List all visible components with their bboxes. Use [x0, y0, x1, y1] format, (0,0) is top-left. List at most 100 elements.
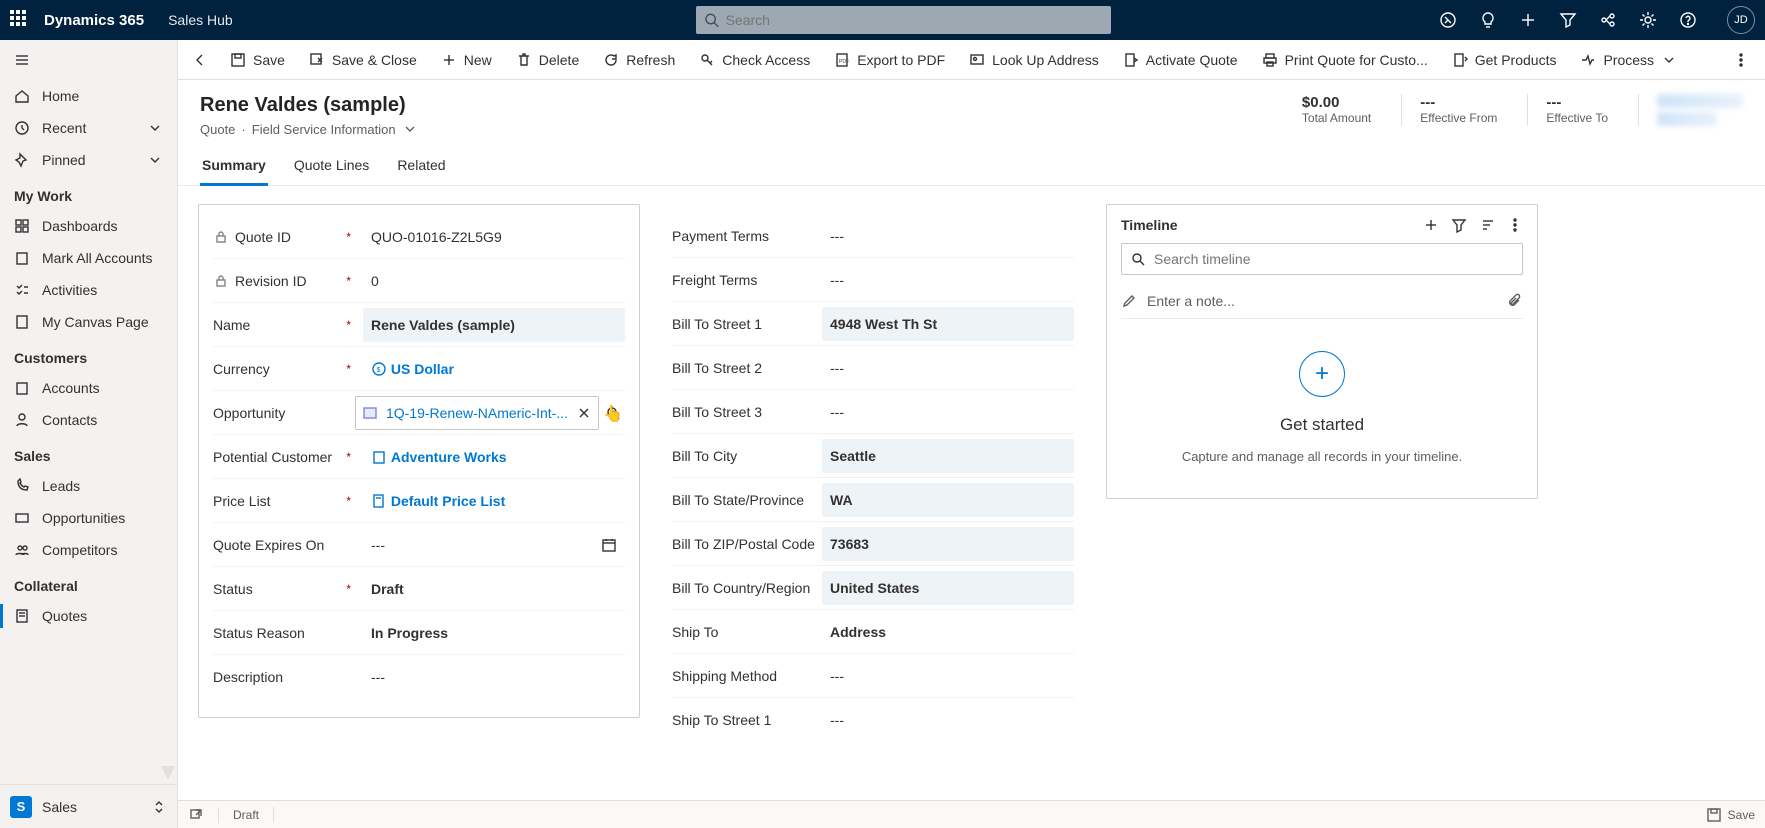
settings-icon[interactable]	[1639, 11, 1657, 29]
name-field[interactable]: Rene Valdes (sample)	[363, 308, 625, 342]
city-field[interactable]: Seattle	[822, 439, 1074, 473]
attach-icon[interactable]	[1507, 293, 1523, 309]
street3-field[interactable]: ---	[822, 395, 1074, 429]
timeline-search[interactable]	[1121, 243, 1523, 275]
group-mywork: My Work	[0, 176, 177, 210]
shipto-field[interactable]: Address	[822, 615, 1074, 649]
edit-icon	[1121, 293, 1137, 309]
global-search-input[interactable]	[726, 12, 1104, 28]
tab-quote-lines[interactable]: Quote Lines	[292, 147, 372, 185]
area-switcher[interactable]: S Sales	[0, 784, 177, 828]
street1-label: Bill To Street 1	[672, 316, 762, 332]
tab-summary[interactable]: Summary	[200, 147, 268, 185]
nav-label: Accounts	[42, 380, 100, 396]
activate-quote-button[interactable]: Activate Quote	[1113, 44, 1248, 76]
save-button[interactable]: Save	[220, 44, 295, 76]
expires-field[interactable]: ---	[363, 528, 625, 562]
nav-activities[interactable]: Activities	[0, 274, 177, 306]
tab-related[interactable]: Related	[395, 147, 447, 185]
assistant-icon[interactable]	[1439, 11, 1457, 29]
form-selector[interactable]: Field Service Information	[252, 122, 396, 137]
lookup-address-button[interactable]: Look Up Address	[959, 44, 1109, 76]
shipstreet1-field[interactable]: ---	[822, 703, 1074, 737]
lightbulb-icon[interactable]	[1479, 11, 1497, 29]
nav-recent[interactable]: Recent	[0, 112, 177, 144]
nav-home[interactable]: Home	[0, 80, 177, 112]
nav-pinned[interactable]: Pinned	[0, 144, 177, 176]
refresh-button[interactable]: Refresh	[593, 44, 685, 76]
timeline-add-button[interactable]: +	[1299, 351, 1345, 397]
popout-icon[interactable]	[188, 807, 204, 823]
payment-field[interactable]: ---	[822, 219, 1074, 253]
nav-accounts[interactable]: Accounts	[0, 372, 177, 404]
delete-button[interactable]: Delete	[506, 44, 589, 76]
country-label: Bill To Country/Region	[672, 580, 810, 596]
nav-leads[interactable]: Leads	[0, 470, 177, 502]
process-button[interactable]: Process	[1570, 44, 1687, 76]
check-access-button[interactable]: Check Access	[689, 44, 820, 76]
customer-field[interactable]: Adventure Works	[363, 440, 625, 474]
save-icon[interactable]	[1706, 807, 1722, 823]
chevron-down-icon[interactable]	[402, 121, 418, 137]
opportunity-label: Opportunity	[213, 405, 285, 421]
zip-field[interactable]: 73683	[822, 527, 1074, 561]
lock-icon	[213, 273, 229, 289]
timeline-note-input[interactable]: Enter a note...	[1121, 283, 1523, 319]
nav-mark-accounts[interactable]: Mark All Accounts	[0, 242, 177, 274]
currency-field[interactable]: $ US Dollar	[363, 352, 625, 386]
add-icon[interactable]	[1423, 217, 1439, 233]
relationship-icon[interactable]	[1599, 11, 1617, 29]
global-search[interactable]	[696, 6, 1111, 34]
description-field[interactable]: ---	[363, 660, 625, 694]
add-icon[interactable]	[1519, 11, 1537, 29]
new-button[interactable]: New	[431, 44, 502, 76]
user-avatar[interactable]: JD	[1727, 6, 1755, 34]
filter-icon[interactable]	[1451, 217, 1467, 233]
nav-opportunities[interactable]: Opportunities	[0, 502, 177, 534]
country-field[interactable]: United States	[822, 571, 1074, 605]
trash-icon	[516, 52, 532, 68]
app-launcher-icon[interactable]	[10, 10, 30, 30]
revision-value: 0	[363, 264, 625, 298]
nav-competitors[interactable]: Competitors	[0, 534, 177, 566]
back-button[interactable]	[184, 44, 216, 76]
timeline-search-input[interactable]	[1154, 251, 1514, 267]
page-icon	[14, 314, 30, 330]
more-vertical-icon[interactable]	[1507, 217, 1523, 233]
app-name[interactable]: Sales Hub	[168, 12, 233, 28]
footer-save-label[interactable]: Save	[1728, 808, 1755, 822]
nav-quotes[interactable]: Quotes	[0, 600, 177, 632]
opportunity-field[interactable]: 1Q-19-Renew-NAmeric-Int-... 👆	[355, 396, 625, 430]
total-amount-label: Total Amount	[1302, 111, 1371, 125]
shipmethod-field[interactable]: ---	[822, 659, 1074, 693]
clear-icon[interactable]	[576, 405, 592, 421]
refresh-icon	[603, 52, 619, 68]
freight-field[interactable]: ---	[822, 263, 1074, 297]
filter-icon[interactable]	[1559, 11, 1577, 29]
shipstreet1-label: Ship To Street 1	[672, 712, 771, 728]
save-close-button[interactable]: Save & Close	[299, 44, 427, 76]
street1-field[interactable]: 4948 West Th St	[822, 307, 1074, 341]
street2-field[interactable]: ---	[822, 351, 1074, 385]
timeline-title: Timeline	[1121, 217, 1178, 233]
pricelist-field[interactable]: Default Price List	[363, 484, 625, 518]
print-quote-button[interactable]: Print Quote for Custo...	[1252, 44, 1438, 76]
flow-icon	[1580, 52, 1596, 68]
nav-label: My Canvas Page	[42, 314, 149, 330]
call-icon	[14, 478, 30, 494]
calendar-icon[interactable]	[601, 537, 617, 553]
overflow-button[interactable]	[1723, 44, 1759, 76]
state-field[interactable]: WA	[822, 483, 1074, 517]
nav-canvas[interactable]: My Canvas Page	[0, 306, 177, 338]
search-icon	[704, 12, 719, 28]
export-pdf-button[interactable]: PDFExport to PDF	[824, 44, 955, 76]
customer-label: Potential Customer	[213, 449, 332, 465]
nav-dashboards[interactable]: Dashboards	[0, 210, 177, 242]
sitemap-toggle[interactable]	[0, 40, 177, 80]
nav-contacts[interactable]: Contacts	[0, 404, 177, 436]
help-icon[interactable]	[1679, 11, 1697, 29]
shipmethod-label: Shipping Method	[672, 668, 777, 684]
sort-icon[interactable]	[1479, 217, 1495, 233]
statusreason-value[interactable]: In Progress	[363, 616, 625, 650]
get-products-button[interactable]: Get Products	[1442, 44, 1567, 76]
